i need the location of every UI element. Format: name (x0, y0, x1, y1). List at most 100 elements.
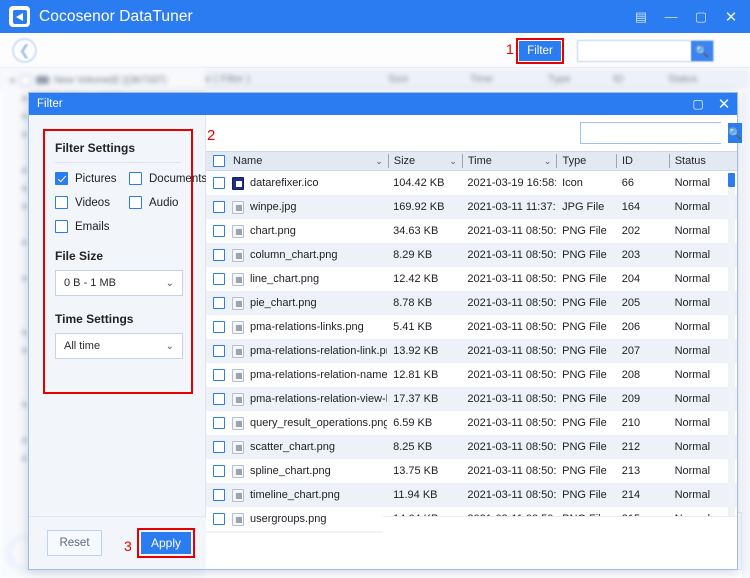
column-header-time[interactable]: Time ⌄ (461, 151, 557, 171)
image-file-icon (232, 488, 244, 502)
column-header-id[interactable]: ID (615, 151, 669, 171)
row-checkbox[interactable] (213, 417, 225, 429)
bg-col-time: Time (470, 73, 493, 85)
table-row[interactable]: winpe.jpg 169.92 KB 2021-03-11 11:37:05 JPG… (206, 195, 737, 219)
cell-name: column_chart.png (232, 243, 387, 267)
file-name: chart.png (250, 225, 296, 237)
table-row[interactable]: scatter_chart.png 8.25 KB 2021-03-11 08:50… (206, 435, 737, 459)
table-row[interactable]: pma-relations-relation-view-link.png 17.3… (206, 387, 737, 411)
table-row[interactable]: pma-relations-relation-link.png 13.92 KB 2… (206, 339, 737, 363)
cell-status: Normal (674, 273, 711, 285)
checkbox-box[interactable] (55, 196, 68, 209)
row-checkbox[interactable] (213, 177, 225, 189)
row-checkbox[interactable] (213, 441, 225, 453)
main-search-input[interactable] (578, 41, 691, 61)
filter-button[interactable]: Filter (519, 41, 561, 61)
apply-button[interactable]: Apply (141, 532, 191, 554)
marker-3: 3 (124, 538, 132, 554)
checkbox-label: Pictures (75, 172, 117, 185)
checkbox-videos[interactable]: Videos (55, 196, 129, 209)
reset-button[interactable]: Reset (47, 530, 102, 556)
row-checkbox[interactable] (213, 465, 225, 477)
menu-icon[interactable]: ▤ (626, 0, 656, 33)
row-checkbox[interactable] (213, 273, 225, 285)
search-icon[interactable]: 🔍 (728, 123, 742, 143)
checkbox-box[interactable] (55, 220, 68, 233)
file-name: winpe.jpg (250, 201, 297, 213)
app-root: Cocosenor DataTuner ▤ — ▢ ✕ ❮ Filter 🔍 1… (0, 0, 750, 578)
table-row[interactable]: spline_chart.png 13.75 KB 2021-03-11 08:50… (206, 459, 737, 483)
row-checkbox[interactable] (213, 249, 225, 261)
file-size-select[interactable]: 0 B - 1 MB ⌄ (55, 270, 183, 296)
file-list-search-box[interactable]: 🔍 (580, 122, 742, 144)
cell-name: timeline_chart.png (232, 483, 387, 507)
cell-id: 210 (621, 417, 641, 429)
file-table-rows[interactable]: datarefixer.ico 104.42 KB 2021-03-19 16:58… (206, 171, 737, 533)
checkbox-box[interactable] (129, 172, 142, 185)
table-row[interactable]: column_chart.png 8.29 KB 2021-03-11 08:50:… (206, 243, 737, 267)
image-file-icon (232, 392, 244, 406)
table-row[interactable]: pma-relations-relation-name.png 12.81 KB 2… (206, 363, 737, 387)
file-list-search-input[interactable] (581, 123, 728, 143)
chevron-down-icon[interactable]: ⌄ (166, 278, 174, 289)
column-header-size[interactable]: Size ⌄ (387, 151, 462, 171)
column-header-type[interactable]: Type (556, 151, 616, 171)
search-icon[interactable]: 🔍 (691, 41, 713, 61)
file-size-label: File Size (55, 249, 104, 263)
cell-time: 2021-03-11 08:50:25 (467, 321, 557, 333)
row-checkbox[interactable] (213, 321, 225, 333)
row-checkbox[interactable] (213, 225, 225, 237)
column-header-name[interactable]: Name ⌄ (233, 151, 388, 171)
table-row[interactable]: query_result_operations.png 6.59 KB 2021-0… (206, 411, 737, 435)
tree-row-drive[interactable]: New Volume(E:)(367337) (10, 72, 166, 88)
file-name: pma-relations-relation-view-link.png (250, 393, 388, 405)
row-checkbox[interactable] (213, 369, 225, 381)
cell-id: 66 (621, 177, 634, 189)
checkbox-box-checked[interactable] (55, 172, 68, 185)
chevron-down-icon[interactable]: ⌄ (544, 156, 552, 167)
chevron-down-icon[interactable]: ⌄ (449, 156, 457, 167)
checkbox-box[interactable] (129, 196, 142, 209)
table-row[interactable]: pma-relations-links.png 5.41 KB 2021-03-11… (206, 315, 737, 339)
back-arrow-icon[interactable]: ❮ (12, 38, 37, 63)
cell-id: 206 (621, 321, 641, 333)
file-list-scrollbar[interactable] (728, 173, 735, 531)
chevron-down-icon[interactable]: ⌄ (375, 156, 383, 167)
row-checkbox[interactable] (213, 297, 225, 309)
main-search-box[interactable]: 🔍 (577, 40, 714, 62)
checkbox-pictures[interactable]: Pictures (55, 172, 129, 185)
column-header-status[interactable]: Status (668, 151, 737, 171)
close-icon[interactable]: ✕ (711, 93, 737, 115)
cell-size: 8.29 KB (393, 249, 433, 261)
cell-status: Normal (674, 177, 711, 189)
row-checkbox[interactable] (213, 345, 225, 357)
table-row[interactable]: timeline_chart.png 11.94 KB 2021-03-11 08:… (206, 483, 737, 507)
row-checkbox[interactable] (213, 489, 225, 501)
maximize-icon[interactable]: ▢ (686, 0, 716, 33)
minimize-icon[interactable]: — (656, 0, 686, 33)
checkbox-emails[interactable]: Emails (55, 220, 129, 233)
table-row[interactable]: chart.png 34.63 KB 2021-03-11 08:50:25 PNG … (206, 219, 737, 243)
select-all-checkbox[interactable] (213, 155, 225, 167)
cell-status: Normal (674, 417, 711, 429)
cell-time: 2021-03-11 08:50:25 (467, 441, 557, 453)
table-row[interactable]: line_chart.png 12.42 KB 2021-03-11 08:50:2… (206, 267, 737, 291)
table-row[interactable]: pie_chart.png 8.78 KB 2021-03-11 08:50:25 P… (206, 291, 737, 315)
row-checkbox[interactable] (213, 201, 225, 213)
image-file-icon (232, 248, 244, 262)
checkbox-documents[interactable]: Documents (129, 172, 207, 185)
close-icon[interactable]: ✕ (716, 0, 746, 33)
chevron-down-icon[interactable]: ⌄ (166, 341, 174, 352)
divider (55, 162, 181, 163)
cell-type: PNG File (562, 225, 607, 237)
row-checkbox[interactable] (213, 513, 225, 525)
table-row[interactable]: datarefixer.ico 104.42 KB 2021-03-19 16:58… (206, 171, 737, 195)
datatuner-logo-icon (9, 6, 30, 27)
scrollbar-thumb[interactable] (728, 173, 735, 187)
cell-size: 104.42 KB (393, 177, 445, 189)
cell-time: 2021-03-11 08:50:26 (467, 465, 557, 477)
maximize-icon[interactable]: ▢ (685, 93, 711, 115)
row-checkbox[interactable] (213, 393, 225, 405)
time-settings-select[interactable]: All time ⌄ (55, 333, 183, 359)
checkbox-audio[interactable]: Audio (129, 196, 207, 209)
